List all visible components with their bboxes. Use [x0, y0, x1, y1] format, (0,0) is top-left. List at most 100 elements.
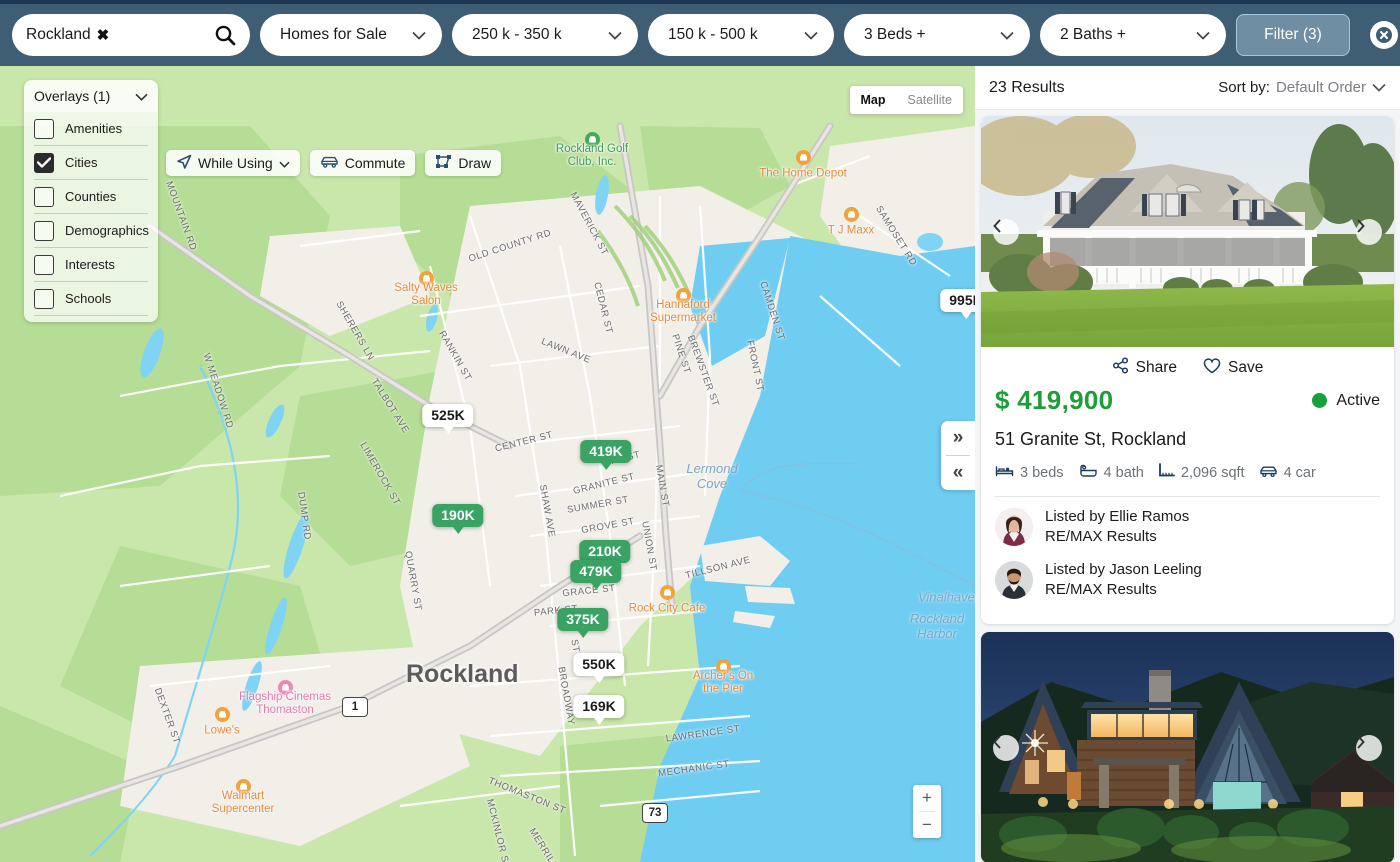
map-type-toggle[interactable]: Map Satellite: [849, 86, 963, 114]
chevron-down-icon: [1372, 79, 1386, 96]
zoom-in-button[interactable]: +: [913, 785, 941, 811]
map-price-pin[interactable]: 419K: [580, 440, 632, 470]
photo-next-button[interactable]: [1356, 218, 1382, 245]
car-icon: [320, 155, 339, 172]
search-chip-clear-icon[interactable]: ✖: [97, 26, 110, 44]
zoom-out-button[interactable]: −: [913, 812, 941, 838]
map-price-pin[interactable]: 190K: [432, 504, 484, 534]
photo-prev-button[interactable]: [993, 734, 1019, 761]
expand-forward-button[interactable]: »: [941, 421, 975, 455]
overlays-panel[interactable]: Overlays (1) Amenities Cities Counties Demo…: [24, 80, 158, 322]
listing-card[interactable]: Share Save $ 419,900 Active 51 Granite S…: [981, 116, 1394, 624]
sort-by-label: Sort by:: [1218, 79, 1270, 96]
avatar: [995, 508, 1033, 547]
map-price-pin-tail: [577, 630, 589, 638]
photo-prev-button[interactable]: [993, 218, 1019, 245]
bath-icon: [1078, 464, 1098, 482]
overlays-checkbox-list: Amenities Cities Counties Demographics Inter…: [24, 112, 158, 322]
location-search-field[interactable]: Rockland ✖: [12, 14, 250, 56]
dropdown-listing-type[interactable]: Homes for Sale: [260, 14, 442, 56]
map-price-pin-label: 190K: [432, 504, 484, 527]
listing-agent[interactable]: Listed by Ellie Ramos RE/MAX Results: [995, 507, 1380, 548]
dropdown-size-range[interactable]: 150 k - 500 k: [648, 14, 834, 56]
filter-button[interactable]: Filter (3): [1236, 14, 1350, 56]
map-zoom-controls[interactable]: + −: [913, 785, 941, 838]
overlay-checkbox-interests[interactable]: [34, 254, 54, 275]
overlay-label: Demographics: [65, 223, 149, 238]
overlay-label: Cities: [65, 155, 98, 170]
overlay-row-interests[interactable]: Interests: [34, 248, 148, 282]
map-canvas[interactable]: MOUNTAIN RD OLD COUNTY RD MAVERICK ST SAMOS…: [0, 66, 975, 862]
overlay-row-cities[interactable]: Cities: [34, 146, 148, 180]
draw-label: Draw: [458, 155, 492, 171]
save-button[interactable]: Save: [1203, 357, 1263, 379]
overlay-checkbox-cities[interactable]: [34, 152, 54, 173]
dropdown-price-range[interactable]: 250 k - 350 k: [452, 14, 638, 56]
agent-org: RE/MAX Results: [1045, 580, 1157, 598]
sort-by-dropdown[interactable]: Sort by: Default Order: [1218, 79, 1386, 96]
agent-name: Listed by Jason Leeling: [1045, 560, 1202, 578]
listing-agent[interactable]: Listed by Jason Leeling RE/MAX Results: [995, 560, 1380, 601]
map-price-pin[interactable]: 550K: [573, 653, 625, 683]
map-price-pin[interactable]: 479K: [570, 560, 622, 590]
map-price-pin-label: 550K: [573, 653, 625, 676]
map-price-pin[interactable]: 375K: [557, 608, 609, 638]
listing-photo[interactable]: [981, 632, 1394, 862]
chevron-down-icon: [135, 88, 148, 104]
overlay-row-schools[interactable]: Schools: [34, 282, 148, 316]
draw-button[interactable]: Draw: [425, 150, 502, 176]
overlay-row-amenities[interactable]: Amenities: [34, 112, 148, 146]
top-toolbar: Rockland ✖ Homes for Sale 250 k - 350 k …: [0, 0, 1400, 66]
search-icon[interactable]: [214, 24, 236, 46]
overlay-label: Counties: [65, 189, 117, 204]
dropdown-beds[interactable]: 3 Beds +: [844, 14, 1030, 56]
female-agent-avatar: [995, 508, 1033, 547]
overlay-checkbox-counties[interactable]: [34, 186, 54, 207]
map-price-pin-label: 419K: [580, 440, 632, 463]
map-price-pin[interactable]: 525K: [422, 404, 474, 434]
overlay-label: Schools: [65, 291, 112, 306]
map-type-satellite[interactable]: Satellite: [897, 86, 963, 114]
map-price-pin-label: 169K: [573, 695, 625, 718]
search-chip-label: Rockland: [26, 26, 91, 43]
overlay-label: Amenities: [65, 121, 123, 136]
dropdown-baths[interactable]: 2 Baths +: [1040, 14, 1226, 56]
status-label: Active: [1336, 391, 1380, 409]
overlay-row-demographics[interactable]: Demographics: [34, 214, 149, 248]
share-button[interactable]: Share: [1112, 357, 1177, 379]
expand-back-button[interactable]: «: [941, 456, 975, 490]
map-price-pin[interactable]: 169K: [573, 695, 625, 725]
listing-photo[interactable]: [981, 116, 1394, 347]
map-type-map[interactable]: Map: [850, 86, 897, 114]
commute-button[interactable]: Commute: [309, 150, 416, 176]
overlay-row-counties[interactable]: Counties: [34, 180, 148, 214]
overlay-checkbox-demographics[interactable]: [34, 220, 54, 241]
results-panel-header: 23 Results Sort by: Default Order: [975, 66, 1400, 110]
map-price-pin-tail: [960, 311, 972, 319]
map-tools-bar: While Using Commute Draw: [166, 150, 502, 176]
overlay-checkbox-schools[interactable]: [34, 288, 54, 309]
results-panel: 23 Results Sort by: Default Order Share …: [975, 66, 1400, 862]
spec-beds: 3 beds: [995, 464, 1064, 482]
listing-details: Share Save $ 419,900 Active 51 Granite S…: [981, 347, 1394, 624]
listing-cards-list: Share Save $ 419,900 Active 51 Granite S…: [975, 110, 1400, 862]
while-using-button[interactable]: While Using: [166, 150, 300, 176]
map-price-pin-tail: [593, 675, 605, 683]
chevron-down-icon: [1000, 31, 1014, 40]
status-badge: Active: [1312, 392, 1380, 410]
close-filters-button[interactable]: [1370, 21, 1398, 49]
results-count: 23 Results: [989, 78, 1065, 96]
map-price-pin-tail: [593, 717, 605, 725]
overlay-checkbox-amenities[interactable]: [34, 118, 54, 139]
map-price-pin-label: 995K: [940, 289, 975, 312]
overlays-panel-header[interactable]: Overlays (1): [24, 80, 158, 112]
polygon-draw-icon: [435, 154, 452, 172]
photo-next-button[interactable]: [1356, 734, 1382, 761]
map-price-pin[interactable]: 995K: [940, 289, 975, 319]
real-estate-map-app: Rockland ✖ Homes for Sale 250 k - 350 k …: [0, 0, 1400, 862]
agent-info: Listed by Ellie Ramos RE/MAX Results: [1045, 507, 1189, 548]
panel-collapse-controls[interactable]: » «: [941, 421, 975, 490]
dropdown-listing-type-label: Homes for Sale: [280, 26, 387, 43]
divider: [995, 496, 1380, 497]
listing-card[interactable]: [981, 632, 1394, 862]
